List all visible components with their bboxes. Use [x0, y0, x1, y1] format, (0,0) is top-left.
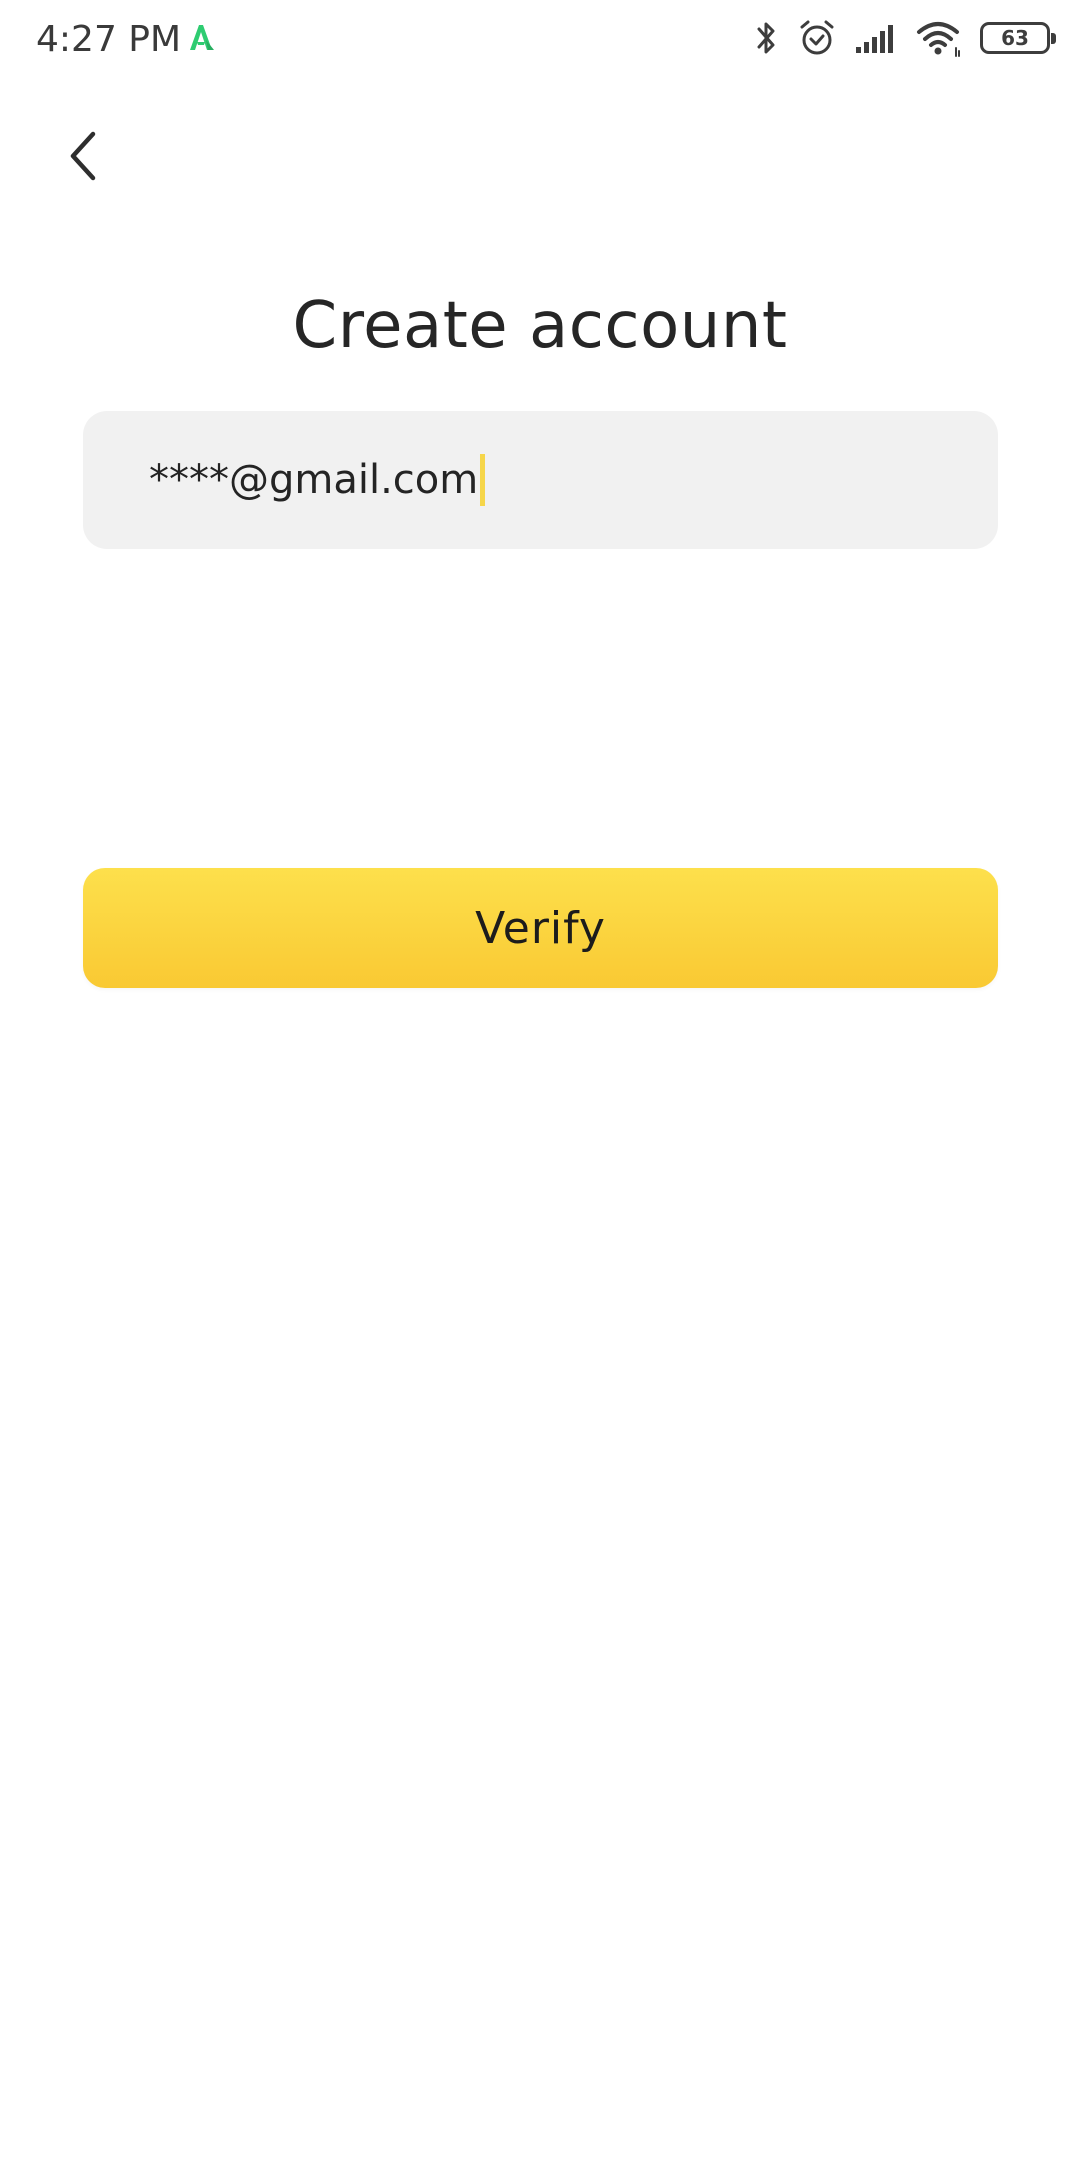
chevron-left-icon — [70, 131, 96, 181]
signal-icon — [854, 18, 898, 58]
alarm-icon — [798, 18, 836, 58]
text-caret — [480, 454, 486, 506]
verify-button-label: Verify — [475, 902, 606, 954]
wifi-icon — [916, 18, 962, 58]
email-value: ****@gmail.com — [149, 457, 479, 503]
battery-icon: 63 — [980, 22, 1056, 54]
verify-button[interactable]: Verify — [83, 868, 998, 988]
status-bar: 4:27 PM 63 — [0, 0, 1080, 80]
battery-level: 63 — [1001, 26, 1029, 50]
back-button[interactable] — [50, 116, 116, 196]
status-time: 4:27 PM — [36, 19, 182, 60]
page-title: Create account — [292, 289, 788, 363]
email-field[interactable]: ****@gmail.com — [83, 411, 998, 549]
app-indicator-icon — [184, 20, 218, 54]
bluetooth-icon — [752, 18, 780, 58]
status-icons: 63 — [752, 18, 1058, 58]
